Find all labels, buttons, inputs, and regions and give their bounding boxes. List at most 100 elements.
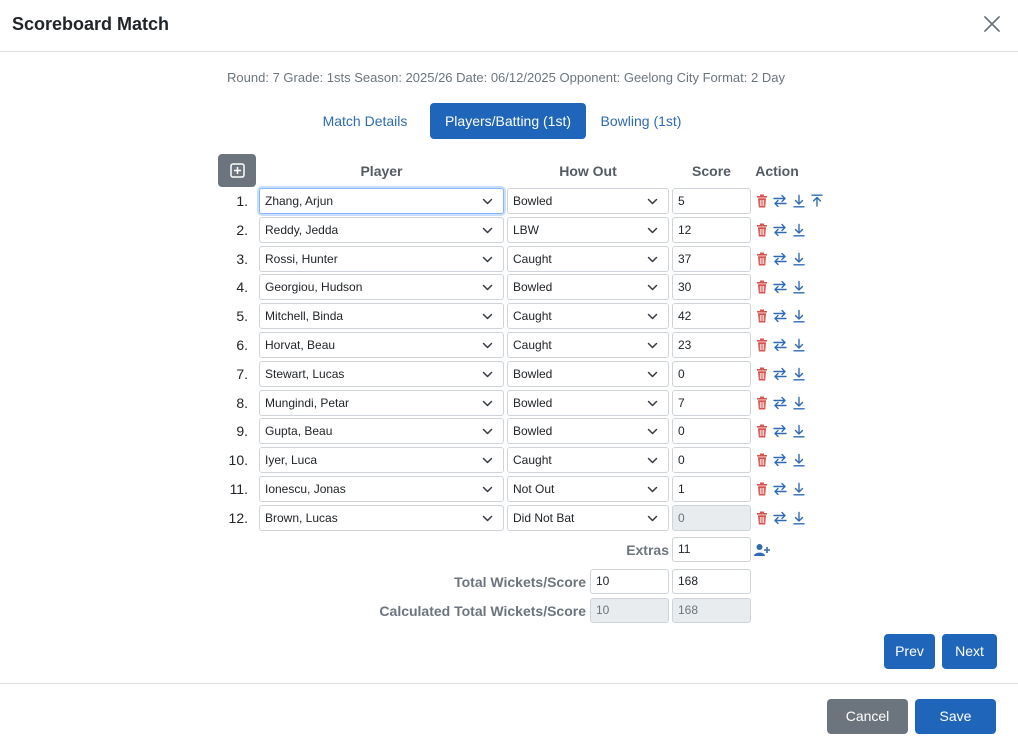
player-select[interactable]: Zhang, Arjun [259, 188, 504, 214]
swap-icon[interactable] [773, 194, 787, 208]
move-down-icon[interactable] [792, 396, 806, 410]
move-down-icon[interactable] [792, 424, 806, 438]
trash-icon[interactable] [755, 367, 769, 381]
header-player: Player [360, 163, 403, 179]
row-number: 12. [228, 509, 248, 526]
player-select[interactable]: Gupta, Beau [259, 418, 504, 445]
move-down-icon[interactable] [792, 367, 806, 381]
tab-match-details[interactable]: Match Details [310, 103, 420, 139]
tab-bowling[interactable]: Bowling (1st) [590, 103, 692, 139]
row-number: 5. [236, 308, 248, 325]
score-input[interactable]: 23 [672, 332, 751, 358]
trash-icon[interactable] [755, 252, 769, 266]
close-icon[interactable] [981, 13, 1003, 35]
player-select[interactable]: Brown, Lucas [259, 504, 504, 531]
table-row: 9. Gupta, Beau Bowled 0 [0, 418, 1018, 445]
how-out-select[interactable]: Bowled [507, 389, 669, 416]
move-down-icon[interactable] [792, 511, 806, 525]
how-out-select[interactable]: Caught [507, 245, 669, 272]
prev-button[interactable]: Prev [884, 634, 935, 669]
trash-icon[interactable] [755, 482, 769, 496]
cancel-button[interactable]: Cancel [827, 699, 908, 734]
table-row: 12. Brown, Lucas Did Not Bat 0 [0, 504, 1018, 531]
swap-icon[interactable] [773, 367, 787, 381]
row-number: 1. [236, 193, 248, 209]
trash-icon[interactable] [755, 396, 769, 410]
trash-icon[interactable] [755, 424, 769, 438]
trash-icon[interactable] [755, 280, 769, 294]
trash-icon[interactable] [755, 453, 769, 467]
table-row: 4. Georgiou, Hudson Bowled 30 [0, 274, 1018, 301]
score-input[interactable]: 0 [672, 360, 751, 387]
player-select[interactable]: Iyer, Luca [259, 447, 504, 474]
how-out-select[interactable]: Caught [507, 332, 669, 358]
total-wickets-input[interactable]: 10 [590, 569, 669, 594]
add-user-icon[interactable] [754, 543, 770, 557]
next-button[interactable]: Next [942, 634, 997, 669]
move-down-icon[interactable] [792, 309, 806, 323]
score-input[interactable]: 0 [672, 418, 751, 445]
trash-icon[interactable] [755, 194, 769, 208]
table-row: 2. Reddy, Jedda LBW 12 [0, 216, 1018, 243]
player-select-value: Gupta, Beau [265, 424, 333, 439]
swap-icon[interactable] [773, 511, 787, 525]
swap-icon[interactable] [773, 453, 787, 467]
score-input[interactable]: 5 [672, 188, 751, 214]
save-button[interactable]: Save [915, 699, 996, 734]
move-down-icon[interactable] [792, 252, 806, 266]
swap-icon[interactable] [773, 424, 787, 438]
player-select[interactable]: Rossi, Hunter [259, 245, 504, 272]
move-down-icon[interactable] [792, 194, 806, 208]
how-out-select-value: Not Out [513, 482, 555, 496]
swap-icon[interactable] [773, 280, 787, 294]
trash-icon[interactable] [755, 309, 769, 323]
tab-players-batting[interactable]: Players/Batting (1st) [430, 103, 586, 139]
how-out-select[interactable]: Bowled [507, 188, 669, 214]
player-select-value: Iyer, Luca [265, 453, 318, 468]
how-out-select[interactable]: LBW [507, 216, 669, 243]
how-out-select[interactable]: Did Not Bat [507, 504, 669, 531]
score-input[interactable]: 42 [672, 303, 751, 330]
how-out-select[interactable]: Not Out [507, 476, 669, 502]
swap-icon[interactable] [773, 223, 787, 237]
score-input[interactable]: 12 [672, 216, 751, 243]
move-down-icon[interactable] [792, 280, 806, 294]
move-down-icon[interactable] [792, 482, 806, 496]
add-row-button[interactable] [218, 154, 256, 187]
player-select[interactable]: Mitchell, Binda [259, 303, 504, 330]
player-select[interactable]: Horvat, Beau [259, 332, 504, 358]
how-out-select-value: Did Not Bat [513, 510, 575, 525]
score-input[interactable]: 0 [672, 447, 751, 474]
swap-icon[interactable] [773, 482, 787, 496]
move-down-icon[interactable] [792, 453, 806, 467]
player-select[interactable]: Georgiou, Hudson [259, 274, 504, 301]
swap-icon[interactable] [773, 396, 787, 410]
player-select[interactable]: Ionescu, Jonas [259, 476, 504, 502]
score-input[interactable]: 7 [672, 389, 751, 416]
player-select[interactable]: Stewart, Lucas [259, 360, 504, 387]
swap-icon[interactable] [773, 338, 787, 352]
player-select[interactable]: Reddy, Jedda [259, 216, 504, 243]
trash-icon[interactable] [755, 223, 769, 237]
how-out-select[interactable]: Bowled [507, 274, 669, 301]
swap-icon[interactable] [773, 309, 787, 323]
player-select-value: Georgiou, Hudson [265, 280, 363, 295]
score-input[interactable]: 30 [672, 274, 751, 301]
trash-icon[interactable] [755, 511, 769, 525]
how-out-select[interactable]: Bowled [507, 360, 669, 387]
extras-input[interactable]: 11 [672, 537, 751, 562]
move-up-icon[interactable] [810, 194, 824, 208]
player-select[interactable]: Mungindi, Petar [259, 389, 504, 416]
how-out-select[interactable]: Caught [507, 303, 669, 330]
score-input[interactable]: 1 [672, 476, 751, 502]
how-out-select[interactable]: Caught [507, 447, 669, 474]
row-number: 10. [228, 452, 248, 469]
swap-icon[interactable] [773, 252, 787, 266]
trash-icon[interactable] [755, 338, 769, 352]
total-score-input[interactable]: 168 [672, 569, 751, 594]
move-down-icon[interactable] [792, 223, 806, 237]
player-select-value: Zhang, Arjun [265, 194, 334, 208]
score-input[interactable]: 37 [672, 245, 751, 272]
how-out-select[interactable]: Bowled [507, 418, 669, 445]
move-down-icon[interactable] [792, 338, 806, 352]
